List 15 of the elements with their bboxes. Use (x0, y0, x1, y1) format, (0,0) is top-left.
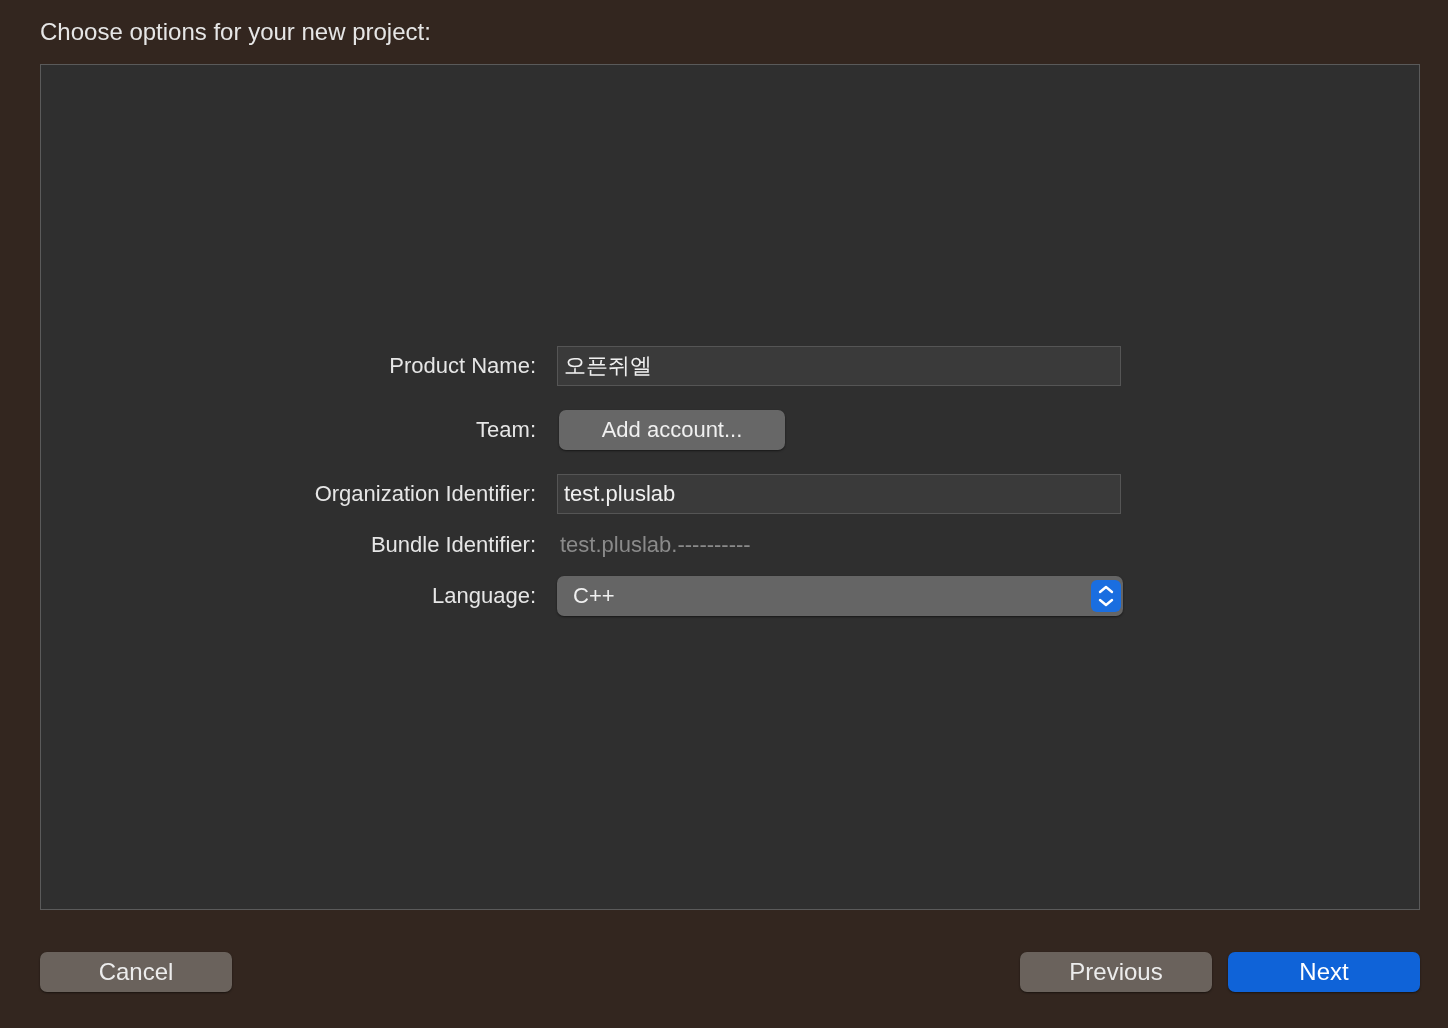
text-field[interactable]: test.pluslab (557, 474, 1121, 514)
dialog-title: Choose options for your new project: (40, 17, 432, 47)
dialog-button[interactable]: Cancel (40, 952, 232, 992)
field-label: Team: (475, 417, 537, 443)
dialog-button[interactable]: Previous (1020, 952, 1212, 992)
field-label: Language: (431, 583, 537, 609)
dialog-button[interactable]: Next (1228, 952, 1420, 992)
bundle-identifier-text: test.pluslab.---------- (559, 532, 751, 558)
chevron-up-down-icon (1091, 580, 1121, 612)
field-label: Bundle Identifier: (369, 532, 537, 558)
field-label: Organization Identifier: (313, 481, 537, 507)
field-label: Product Name: (388, 353, 537, 379)
add-account-button[interactable]: Add account... (559, 410, 785, 450)
language-popup[interactable]: C++ (557, 576, 1123, 616)
text-field[interactable]: 오픈쥐엘 (557, 346, 1121, 386)
